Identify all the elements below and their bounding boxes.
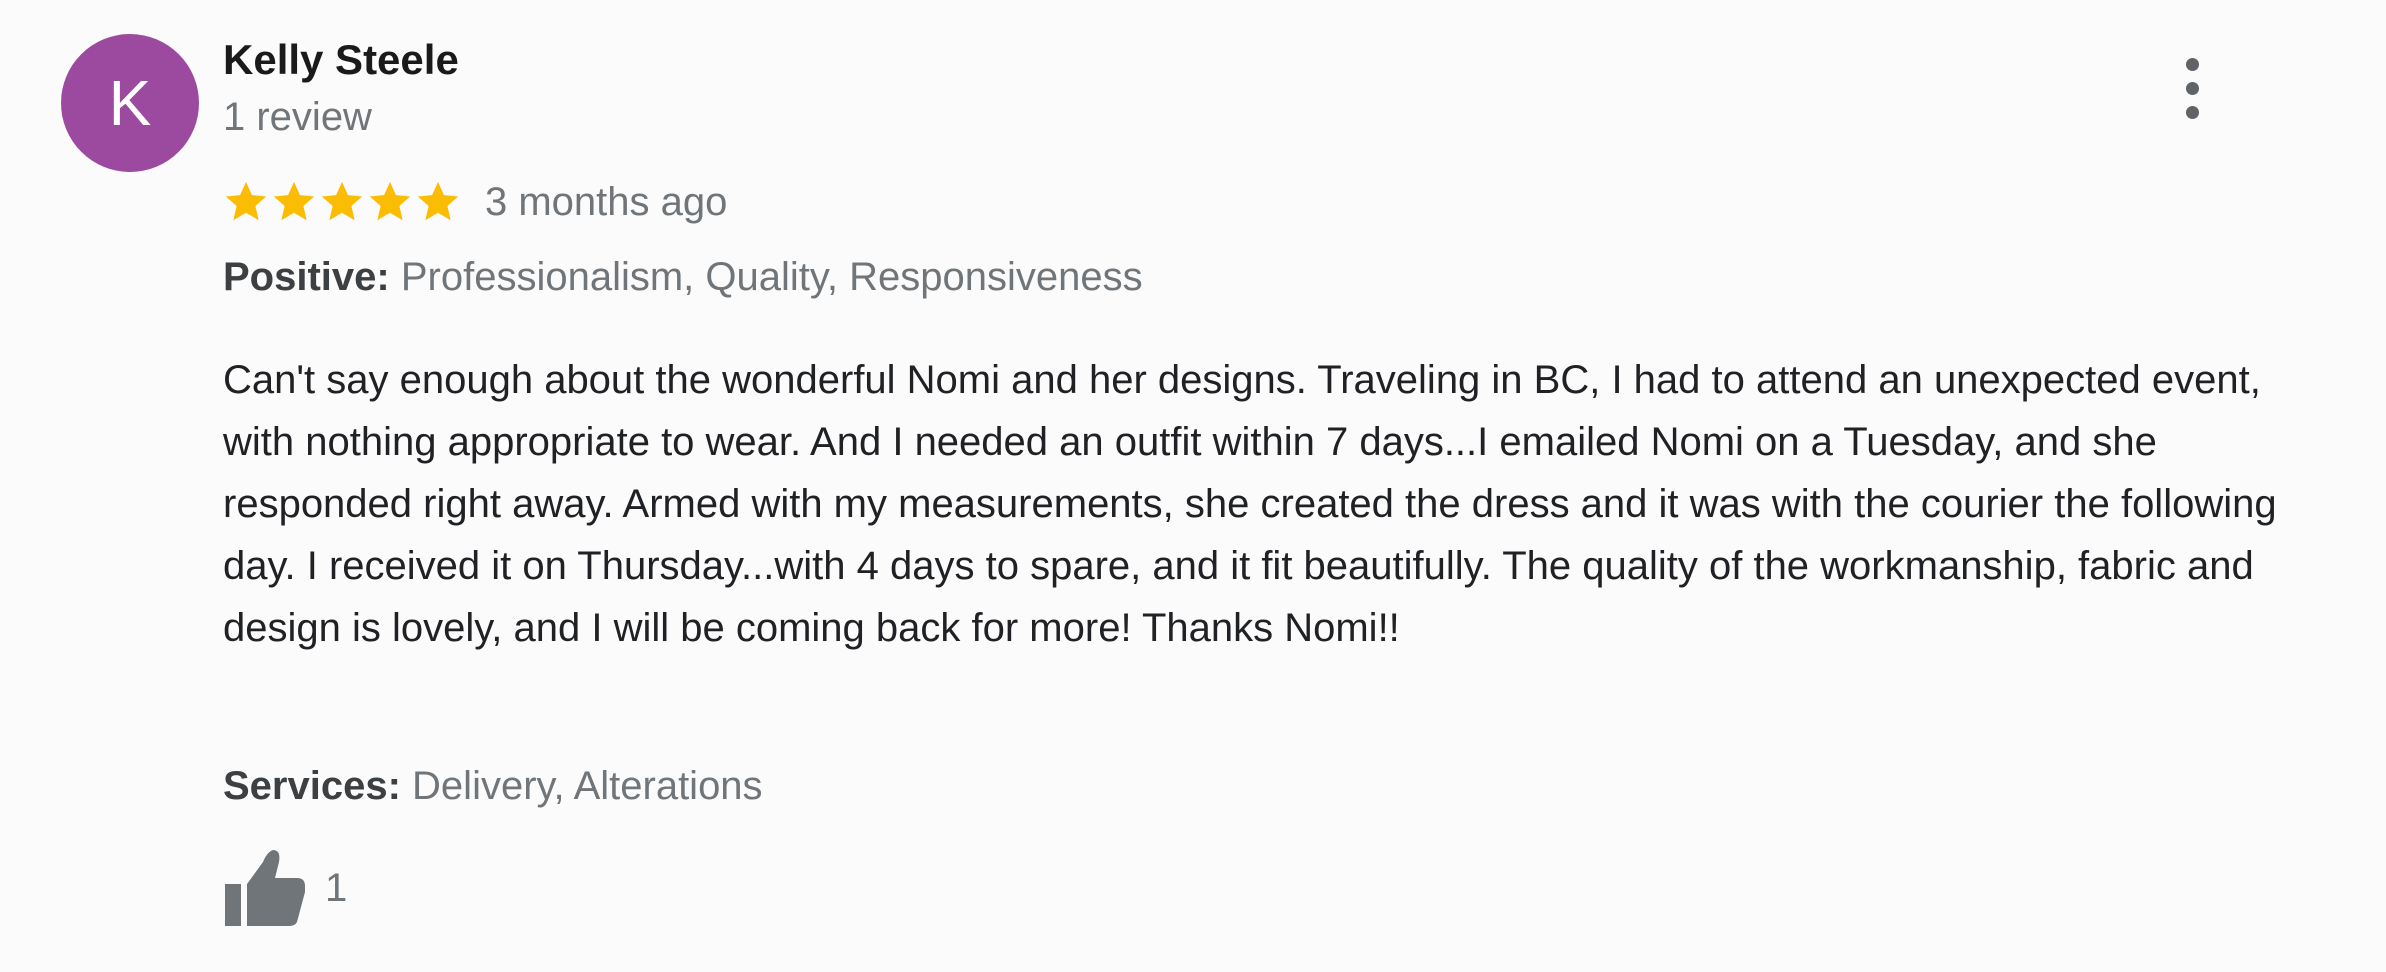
positive-label: Positive: — [223, 255, 390, 299]
positive-attributes: Positive: Professionalism, Quality, Resp… — [223, 255, 1143, 300]
reviewer-review-count[interactable]: 1 review — [223, 95, 372, 140]
thumbs-up-icon — [225, 850, 305, 926]
star-icon — [321, 181, 363, 221]
like-button[interactable] — [223, 848, 307, 928]
star-icon — [273, 181, 315, 221]
reviewer-name[interactable]: Kelly Steele — [223, 36, 459, 84]
rating-row: 3 months ago — [223, 172, 727, 232]
star-icon — [417, 181, 459, 221]
like-count: 1 — [325, 866, 348, 910]
services-label: Services: — [223, 764, 401, 808]
positive-value: Professionalism, Quality, Responsiveness — [400, 255, 1143, 299]
services-attributes: Services: Delivery, Alterations — [223, 764, 763, 809]
like-row: 1 — [223, 848, 347, 928]
star-rating — [223, 179, 461, 225]
review-card: K Kelly Steele 1 review 3 months ago Pos… — [0, 0, 2386, 972]
star-icon — [225, 181, 267, 221]
review-text: Can't say enough about the wonderful Nom… — [223, 358, 2277, 650]
review-date: 3 months ago — [485, 179, 728, 224]
star-icon — [369, 181, 411, 221]
avatar[interactable]: K — [61, 34, 199, 172]
services-value: Delivery, Alterations — [412, 764, 763, 808]
more-options-button[interactable] — [2175, 58, 2209, 120]
